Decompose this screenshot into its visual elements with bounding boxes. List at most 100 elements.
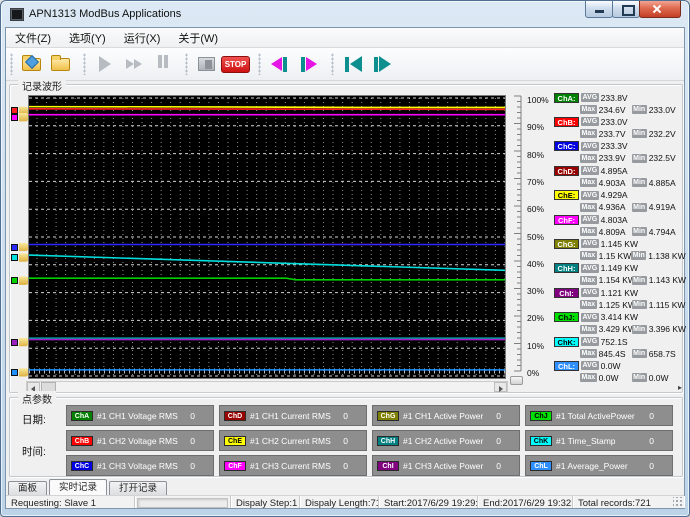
chart-horizontal-scrollbar[interactable]: [26, 381, 508, 393]
param-value: 0: [496, 436, 501, 446]
tab-1[interactable]: 实时记录: [49, 479, 107, 495]
percent-tick-label: 50%: [527, 232, 544, 242]
tab-2[interactable]: 打开记录: [109, 481, 167, 495]
resize-grip[interactable]: [673, 497, 683, 507]
time-label: 时间:: [22, 444, 46, 459]
next-record-button[interactable]: [295, 51, 322, 77]
series-ChK: [29, 255, 505, 270]
marker-color-square: [11, 254, 18, 261]
marker-color-square: [11, 369, 18, 376]
marker-strip: [10, 95, 29, 379]
channel-stats-ChG: ChG:AVG1.145 KWMax1.15 KWMin1.138 KW: [554, 238, 682, 262]
play-button[interactable]: [91, 51, 118, 77]
max-chip: Max: [580, 203, 597, 212]
ruler-thumb[interactable]: [510, 376, 523, 385]
play-icon: [99, 56, 111, 72]
status-panel-1: [135, 496, 231, 508]
max-value: 4.903A: [599, 178, 632, 188]
param-box-ChK[interactable]: ChK #1 Time_Stamp0: [525, 430, 673, 451]
avg-value: 3.414 KW: [601, 312, 638, 322]
waveform-group: 记录波形 100%90%80%70%60%50%40%30%20%10%0% ▸…: [9, 84, 683, 393]
avg-chip: AVG: [581, 166, 599, 175]
param-box-ChC[interactable]: ChC#1 CH3 Voltage RMS0: [66, 455, 214, 476]
param-channel-badge: ChL: [530, 461, 552, 471]
min-chip: Min: [632, 105, 647, 114]
param-channel-badge: ChK: [530, 436, 552, 446]
param-box-ChA[interactable]: ChA#1 CH1 Voltage RMS0: [66, 405, 214, 426]
min-value: 4.919A: [649, 202, 676, 212]
param-grid: ChA#1 CH1 Voltage RMS0ChD#1 CH1 Current …: [66, 405, 673, 476]
avg-chip: AVG: [581, 142, 599, 151]
pause-button[interactable]: [149, 51, 176, 77]
avg-chip: AVG: [581, 117, 599, 126]
menu-about[interactable]: 关于(W): [169, 28, 227, 48]
param-value: 0: [649, 436, 654, 446]
last-record-button[interactable]: [368, 51, 395, 77]
status-panel-4: Start:2017/6/29 19:29:26: [379, 496, 478, 508]
param-box-ChE[interactable]: ChE#1 CH2 Current RMS0: [219, 430, 367, 451]
close-icon[interactable]: [639, 1, 681, 18]
waveform-group-title: 记录波形: [18, 78, 66, 93]
channel-badge: ChI:: [554, 288, 579, 298]
fast-forward-icon: [134, 59, 142, 69]
minimize-icon[interactable]: [585, 1, 613, 18]
channel-stats-ChH: ChH:AVG1.149 KWMax1.154 KWMin1.143 KW: [554, 263, 682, 287]
title-bar[interactable]: APN1313 ModBus Applications: [1, 1, 689, 27]
percent-tick-label: 20%: [527, 313, 544, 323]
stop-button[interactable]: STOP: [222, 51, 249, 77]
param-value: 0: [190, 411, 195, 421]
next-record-icon: [306, 57, 317, 71]
prev-record-button[interactable]: [266, 51, 293, 77]
min-value: 1.115 KW: [649, 300, 686, 310]
param-box-ChB[interactable]: ChB#1 CH2 Voltage RMS0: [66, 430, 214, 451]
param-box-ChI[interactable]: ChI#1 CH3 Active Power0: [372, 455, 520, 476]
param-name: #1 CH2 Active Power: [403, 436, 496, 446]
param-channel-badge: ChC: [71, 461, 93, 471]
avg-chip: AVG: [581, 361, 599, 370]
param-box-ChJ[interactable]: ChJ#1 Total ActivePower0: [525, 405, 673, 426]
param-value: 0: [496, 411, 501, 421]
avg-chip: AVG: [581, 191, 599, 200]
channel-badge: ChD:: [554, 166, 579, 176]
channel-badge: ChB:: [554, 117, 579, 127]
min-value: 232.5V: [649, 153, 676, 163]
channel-badge: ChA:: [554, 93, 579, 103]
param-box-ChH[interactable]: ChH#1 CH2 Active Power0: [372, 430, 520, 451]
toolbar: STOP: [6, 48, 684, 81]
param-channel-badge: ChG: [377, 411, 399, 421]
param-box-ChL[interactable]: ChL#1 Average_Power0: [525, 455, 673, 476]
min-chip: Min: [632, 325, 647, 334]
last-record-bar-icon: [374, 57, 378, 72]
channel-stats-ChI: ChI:AVG1.121 KWMax1.125 KWMin1.115 KW: [554, 287, 682, 311]
avg-value: 752.1S: [601, 337, 628, 347]
open-file-button[interactable]: [18, 51, 45, 77]
param-box-ChF[interactable]: ChF#1 CH3 Current RMS0: [219, 455, 367, 476]
scroll-right-icon[interactable]: [494, 382, 507, 392]
first-record-button[interactable]: [339, 51, 366, 77]
menu-options[interactable]: 选项(Y): [60, 28, 115, 48]
channel-stats-panel: ▸ ChA:AVG233.8VMax234.6VMin233.0VChB:AVG…: [554, 92, 682, 390]
param-channel-badge: ChJ: [530, 411, 552, 421]
menu-file[interactable]: 文件(Z): [6, 28, 60, 48]
open-file-icon: [22, 58, 41, 71]
max-value: 233.9V: [599, 153, 632, 163]
channel-stats-ChD: ChD:AVG4.895AMax4.903AMin4.885A: [554, 165, 682, 189]
param-box-ChD[interactable]: ChD#1 CH1 Current RMS0: [219, 405, 367, 426]
percent-ruler-slider[interactable]: [508, 93, 525, 385]
param-name: #1 CH1 Voltage RMS: [97, 411, 190, 421]
channel-badge: ChG:: [554, 239, 579, 249]
marker-color-square: [11, 339, 18, 346]
maximize-icon[interactable]: [612, 1, 640, 18]
menu-run[interactable]: 运行(X): [115, 28, 170, 48]
channel-stats-ChJ: ChJ:AVG3.414 KWMax3.429 KWMin3.396 KW: [554, 312, 682, 336]
min-value: 4.885A: [649, 178, 676, 188]
param-name: #1 Time_Stamp: [556, 436, 649, 446]
status-panel-6: Total records:721: [573, 496, 684, 508]
record-button[interactable]: [193, 51, 220, 77]
param-box-ChG[interactable]: ChG#1 CH1 Active Power0: [372, 405, 520, 426]
fast-forward-button[interactable]: [120, 51, 147, 77]
min-chip: Min: [631, 251, 646, 260]
open-folder-button[interactable]: [47, 51, 74, 77]
percent-tick-label: 100%: [527, 95, 549, 105]
tab-0[interactable]: 面板: [8, 481, 47, 495]
